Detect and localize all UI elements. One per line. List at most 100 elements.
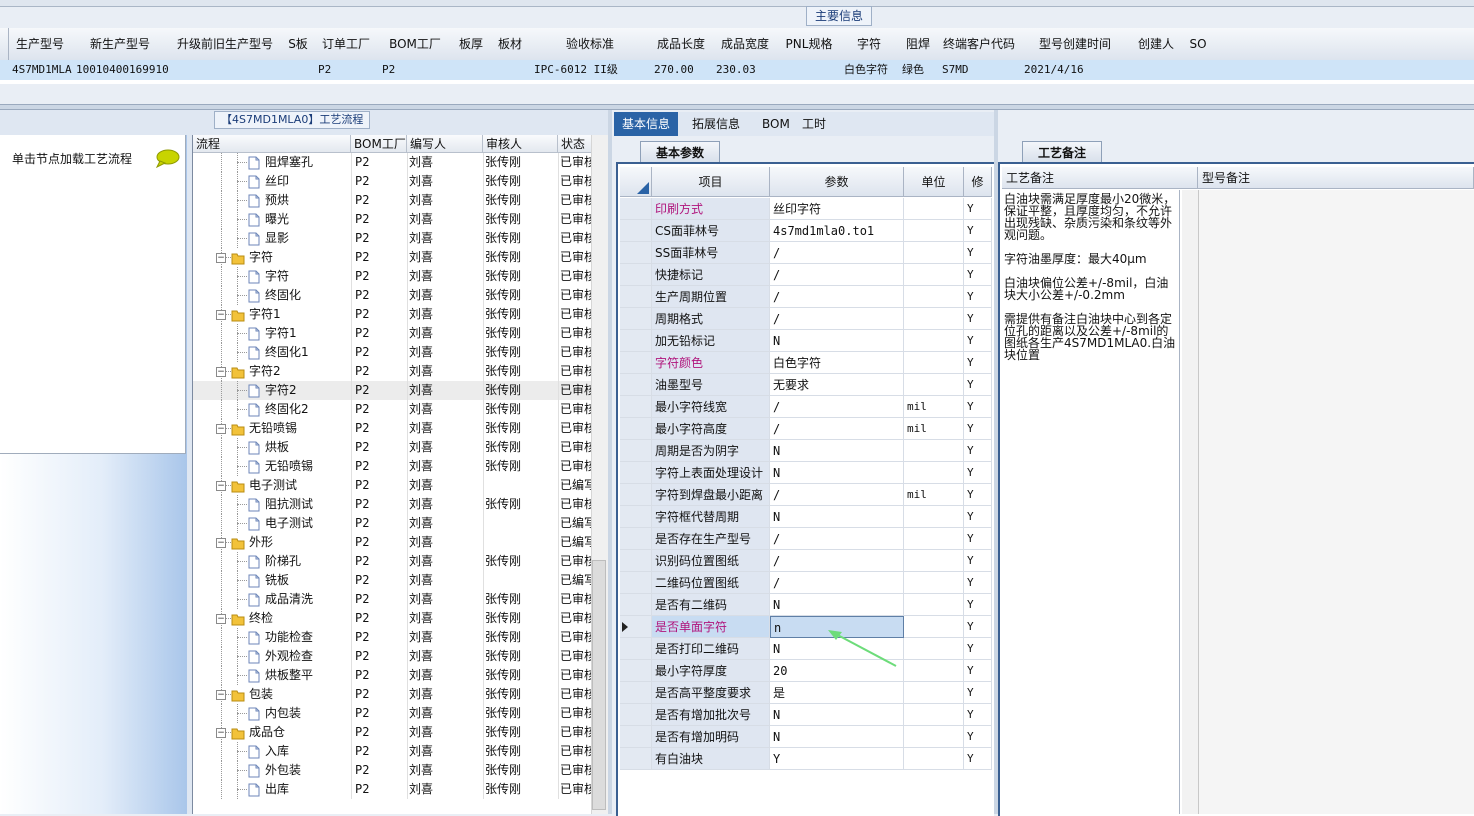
left-middle-splitter[interactable] [608,110,612,814]
main-info-row[interactable]: 4S7MD1MLA0 10010400169910 P2 P2 IPC-6012 II级… [0,60,1474,80]
param-value-cell[interactable]: / [770,286,904,308]
param-modify-cell[interactable]: Y [964,418,992,440]
param-modify-cell[interactable]: Y [964,638,992,660]
param-unit-cell[interactable] [904,726,964,748]
tree-row[interactable]: 电子测试 P2 刘喜 已编写 [193,514,593,533]
nav-load-panel[interactable] [0,135,186,454]
main-cell[interactable] [282,60,314,80]
tree-node-name[interactable]: 终检 [249,609,351,628]
row-indicator[interactable] [620,484,652,506]
param-row[interactable]: 加无铅标记 N Y [620,330,992,352]
main-cell[interactable]: 2021/4/16 [1020,60,1130,80]
row-indicator[interactable] [620,440,652,462]
row-indicator[interactable] [620,396,652,418]
tree-node-name[interactable]: 烘板 [265,438,351,457]
param-value-cell[interactable]: N [770,726,904,748]
tree-node-name[interactable]: 终固化1 [265,343,351,362]
param-row[interactable]: 最小字符厚度 20 Y [620,660,992,682]
tree-node-name[interactable]: 外包装 [265,761,351,780]
tree-row[interactable]: 无铅喷锡 P2 刘喜 张传刚 已审核 [193,457,593,476]
tree-node-name[interactable]: 字符 [249,248,351,267]
param-row[interactable]: 是否有增加明码 N Y [620,726,992,748]
load-flow-label[interactable]: 单击节点加载工艺流程 [12,150,132,167]
tree-row[interactable]: 丝印 P2 刘喜 张传刚 已审核 [193,172,593,191]
tree-row[interactable]: 烘板整平 P2 刘喜 张传刚 已审核 [193,666,593,685]
tree-row[interactable]: 显影 P2 刘喜 张传刚 已审核 [193,229,593,248]
tree-row[interactable]: − 无铅喷锡 P2 刘喜 张传刚 已审核 [193,419,593,438]
row-indicator[interactable] [620,330,652,352]
tree-node-name[interactable]: 功能检查 [265,628,351,647]
main-cell[interactable] [1130,60,1182,80]
row-indicator[interactable] [620,418,652,440]
param-row[interactable]: 字符框代替周期 N Y [620,506,992,528]
main-cell[interactable]: P2 [378,60,452,80]
tree-node-name[interactable]: 无铅喷锡 [265,457,351,476]
tree-node-name[interactable]: 阻焊塞孔 [265,153,351,172]
param-row[interactable]: 生产周期位置 / Y [620,286,992,308]
param-unit-cell[interactable] [904,198,964,220]
model-remark-area[interactable] [1199,190,1474,814]
remark-scrollbar[interactable] [1182,190,1199,814]
tree-node-name[interactable]: 曝光 [265,210,351,229]
param-row[interactable]: 快捷标记 / Y [620,264,992,286]
param-row[interactable]: 有白油块 Y Y [620,748,992,770]
tree-row[interactable]: − 字符2 P2 刘喜 张传刚 已审核 [193,362,593,381]
param-value-cell[interactable]: 是 [770,682,904,704]
param-unit-cell[interactable] [904,506,964,528]
param-modify-cell[interactable]: Y [964,528,992,550]
tree-node-name[interactable]: 外形 [249,533,351,552]
tree-node-name[interactable]: 成品清洗 [265,590,351,609]
param-modify-cell[interactable]: Y [964,286,992,308]
main-cell[interactable]: 4S7MD1MLA0 [8,60,72,80]
param-value-cell[interactable]: N [770,506,904,528]
tree-node-name[interactable]: 字符1 [249,305,351,324]
tree-node-name[interactable]: 内包装 [265,704,351,723]
param-value-cell[interactable]: N [770,704,904,726]
param-unit-cell[interactable]: mil [904,418,964,440]
param-value-cell[interactable]: / [770,308,904,330]
param-value-cell[interactable]: / [770,528,904,550]
param-modify-cell[interactable]: Y [964,396,992,418]
param-unit-cell[interactable] [904,462,964,484]
tab-basic-info[interactable]: 基本信息 [614,112,679,136]
param-unit-cell[interactable] [904,572,964,594]
param-row[interactable]: 周期是否为阴字 N Y [620,440,992,462]
param-row[interactable]: 是否高平整度要求是 Y [620,682,992,704]
param-modify-cell[interactable]: Y [964,748,992,770]
param-unit-cell[interactable] [904,660,964,682]
tab-process-remark[interactable]: 工艺备注 [1022,141,1102,164]
param-unit-cell[interactable] [904,220,964,242]
tree-node-name[interactable]: 外观检查 [265,647,351,666]
tree-node-name[interactable]: 阶梯孔 [265,552,351,571]
row-indicator[interactable] [620,286,652,308]
main-cell[interactable] [452,60,490,80]
tree-row[interactable]: 阻抗测试 P2 刘喜 张传刚 已审核 [193,495,593,514]
tree-row[interactable]: − 成品仓 P2 刘喜 张传刚 已审核 [193,723,593,742]
tree-row[interactable]: 功能检查 P2 刘喜 张传刚 已审核 [193,628,593,647]
tree-row[interactable]: 预烘 P2 刘喜 张传刚 已审核 [193,191,593,210]
main-cell[interactable] [168,60,282,80]
param-value-cell[interactable]: Y [770,748,904,770]
param-value-cell[interactable]: / [770,396,904,418]
tree-row[interactable]: 阶梯孔 P2 刘喜 张传刚 已审核 [193,552,593,571]
param-unit-cell[interactable] [904,528,964,550]
param-unit-cell[interactable] [904,308,964,330]
tree-row[interactable]: − 字符1 P2 刘喜 张传刚 已审核 [193,305,593,324]
row-indicator[interactable] [620,308,652,330]
row-indicator[interactable] [620,242,652,264]
param-modify-cell[interactable]: Y [964,330,992,352]
tree-row[interactable]: − 字符 P2 刘喜 张传刚 已审核 [193,248,593,267]
tree-node-name[interactable]: 字符1 [265,324,351,343]
tab-man-hours[interactable]: 工时 [794,112,834,136]
param-unit-cell[interactable] [904,264,964,286]
param-modify-cell[interactable]: Y [964,484,992,506]
param-row[interactable]: 字符到焊盘最小距离 / mil Y [620,484,992,506]
param-unit-cell[interactable] [904,242,964,264]
tree-node-name[interactable]: 电子测试 [249,476,351,495]
basic-params-grid[interactable]: 项目 参数 单位修印刷方式 丝印字符 Y CS面菲林号 4s7md1mla0.to1 Y SS面… [620,167,992,814]
main-cell[interactable] [1182,60,1214,80]
expand-toggle-icon[interactable]: − [216,310,226,320]
tree-row[interactable]: 内包装 P2 刘喜 张传刚 已审核 [193,704,593,723]
param-value-cell[interactable]: N [770,462,904,484]
param-unit-cell[interactable] [904,550,964,572]
